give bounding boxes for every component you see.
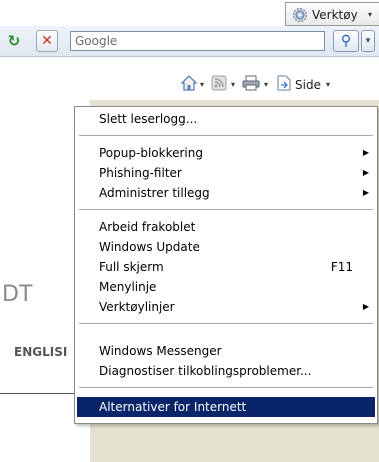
feeds-dropdown-caret[interactable]: ▾ xyxy=(231,76,235,94)
menu-item-label: Windows Update xyxy=(99,240,200,254)
menu-item-label: Full skjerm xyxy=(99,260,164,274)
tools-button-label: Verktøy xyxy=(312,8,358,22)
menu-separator xyxy=(79,323,373,324)
command-bar: ▾ ▾ ▾ Side ▾ xyxy=(0,70,379,100)
address-bar: ↻ ✕ Google ⚲ ▾ xyxy=(0,26,379,57)
print-button[interactable] xyxy=(242,75,260,93)
menu-item-label: Verktøylinjer xyxy=(99,300,175,314)
search-button[interactable]: ⚲ xyxy=(333,30,359,52)
rss-icon xyxy=(211,75,227,91)
submenu-arrow-icon: ▶ xyxy=(362,302,369,311)
menu-item-phishing-filter[interactable]: Phishing-filter ▶ xyxy=(77,163,375,183)
home-button[interactable] xyxy=(180,74,198,92)
search-input[interactable]: Google xyxy=(70,31,325,51)
menu-item-label: Administrer tillegg xyxy=(99,186,210,200)
menu-item-slett-leserlogg[interactable]: Slett leserlogg... xyxy=(77,109,375,129)
tools-menu: Slett leserlogg... Popup-blokkering ▶ Ph… xyxy=(74,106,378,424)
gear-icon xyxy=(292,7,308,23)
printer-icon xyxy=(242,75,260,91)
submenu-arrow-icon: ▶ xyxy=(362,148,369,157)
tools-button[interactable]: Verktøy ▾ xyxy=(285,2,379,26)
print-dropdown-caret[interactable]: ▾ xyxy=(264,76,268,94)
menu-item-popup-blokkering[interactable]: Popup-blokkering ▶ xyxy=(77,143,375,163)
menu-item-alternativer-for-internett[interactable]: Alternativer for Internett xyxy=(77,397,375,417)
page-menu-button[interactable] xyxy=(276,75,292,93)
menu-separator xyxy=(79,209,373,210)
menu-item-windows-messenger[interactable]: Windows Messenger xyxy=(77,341,375,361)
menu-item-windows-update[interactable]: Windows Update xyxy=(77,237,375,257)
submenu-arrow-icon: ▶ xyxy=(362,188,369,197)
submenu-arrow-icon: ▶ xyxy=(362,168,369,177)
menu-item-diagnostiser[interactable]: Diagnostiser tilkoblingsproblemer... xyxy=(77,361,375,381)
menu-item-label: Diagnostiser tilkoblingsproblemer... xyxy=(99,364,312,378)
menu-item-menylinje[interactable]: Menylinje xyxy=(77,277,375,297)
stop-button[interactable]: ✕ xyxy=(36,30,58,52)
menu-separator xyxy=(79,135,373,136)
menu-item-shortcut: F11 xyxy=(330,260,353,274)
page-dropdown-caret[interactable]: ▾ xyxy=(326,76,330,94)
menu-item-label: Popup-blokkering xyxy=(99,146,203,160)
home-icon xyxy=(180,75,198,91)
page-icon xyxy=(277,75,291,91)
menu-item-label: Arbeid frakoblet xyxy=(99,220,196,234)
refresh-icon[interactable]: ↻ xyxy=(5,32,23,50)
menu-item-arbeid-frakoblet[interactable]: Arbeid frakoblet xyxy=(77,217,375,237)
search-provider-dropdown[interactable]: ▾ xyxy=(361,30,375,52)
page-menu-label[interactable]: Side xyxy=(295,76,321,94)
menu-item-administrer-tillegg[interactable]: Administrer tillegg ▶ xyxy=(77,183,375,203)
feeds-button[interactable] xyxy=(211,75,227,93)
menu-item-label: Alternativer for Internett xyxy=(99,400,247,414)
menu-item-verktoylinjer[interactable]: Verktøylinjer ▶ xyxy=(77,297,375,317)
menu-item-label: Phishing-filter xyxy=(99,166,182,180)
menu-item-full-skjerm[interactable]: Full skjerm F11 xyxy=(77,257,375,277)
menu-item-label: Slett leserlogg... xyxy=(99,112,198,126)
menu-separator xyxy=(79,387,373,388)
menu-item-label: Windows Messenger xyxy=(99,344,222,358)
menu-item-label: Menylinje xyxy=(99,280,157,294)
page-language-link[interactable]: ENGLISI xyxy=(14,345,67,359)
page-partial-heading: DT xyxy=(2,282,33,307)
home-dropdown-caret[interactable]: ▾ xyxy=(200,76,204,94)
tools-dropdown-caret: ▾ xyxy=(368,10,373,19)
